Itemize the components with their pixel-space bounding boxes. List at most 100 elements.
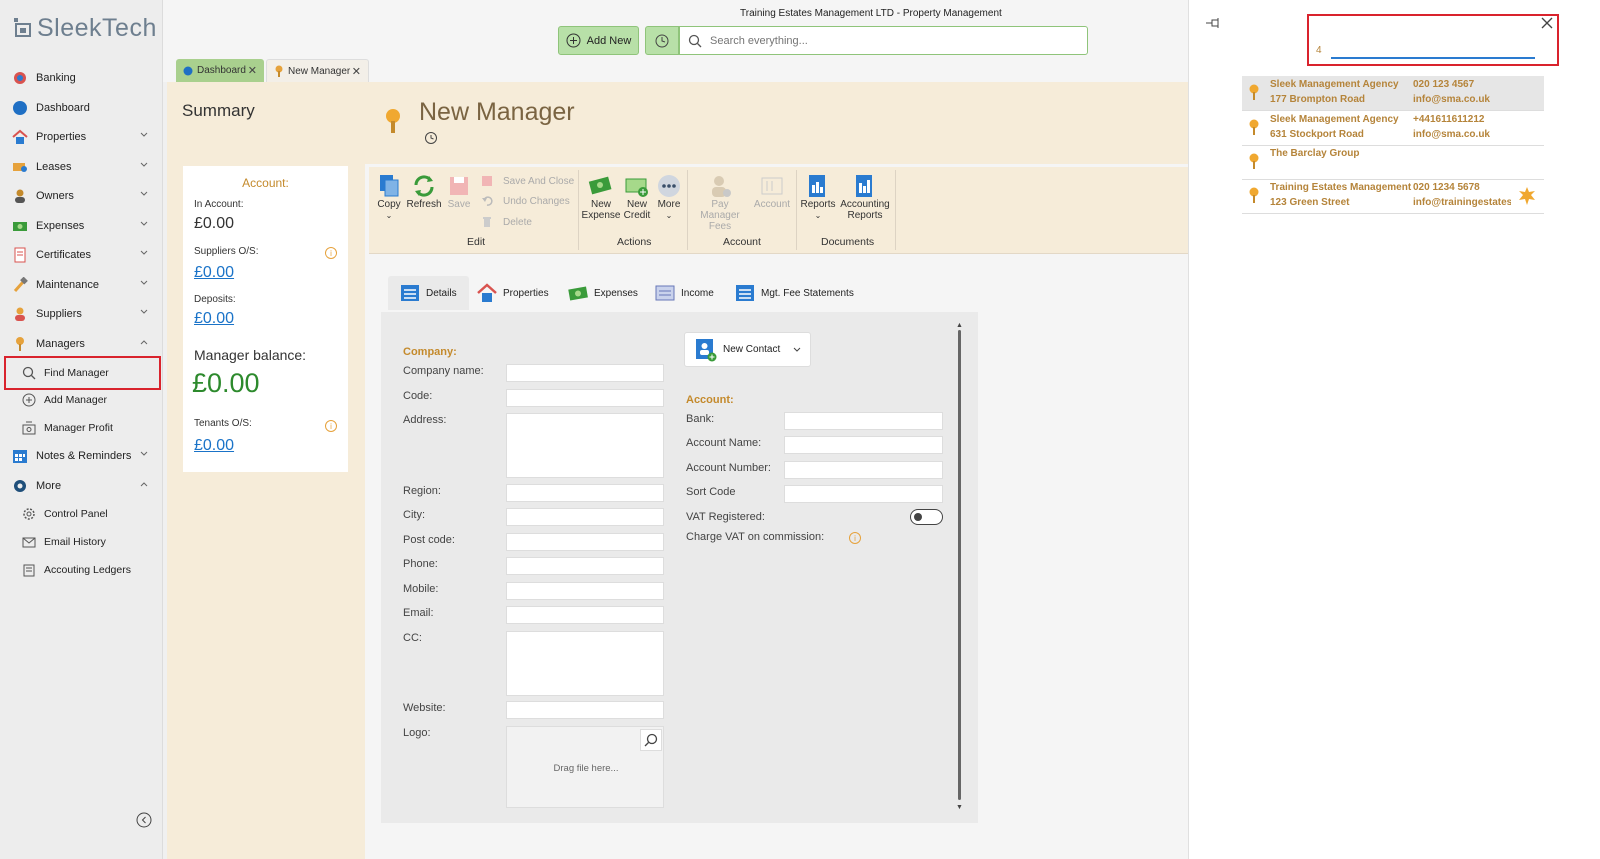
new-credit-button[interactable]: New Credit bbox=[621, 173, 653, 221]
profit-icon bbox=[22, 421, 36, 435]
sidebar-subitem-find-manager[interactable]: Find Manager bbox=[4, 356, 161, 390]
mobile-field[interactable] bbox=[506, 582, 664, 600]
accounting-reports-button[interactable]: Accounting Reports bbox=[839, 173, 891, 221]
chevron-down-icon[interactable] bbox=[139, 160, 149, 170]
form-scrollbar[interactable]: ▲ ▼ bbox=[956, 322, 963, 814]
sidebar-item-notes-reminders[interactable]: Notes & Reminders bbox=[0, 441, 163, 471]
chevron-up-icon[interactable] bbox=[139, 479, 149, 489]
global-search-input[interactable] bbox=[710, 34, 1070, 47]
company-name-field[interactable] bbox=[506, 364, 664, 382]
sidebar-item-expenses[interactable]: Expenses bbox=[0, 211, 163, 241]
post-code-field[interactable] bbox=[506, 533, 664, 551]
result-row[interactable]: Sleek Management Agency 177 Brompton Roa… bbox=[1242, 76, 1544, 111]
cc-field[interactable] bbox=[506, 631, 664, 696]
sidebar-item-certificates[interactable]: Certificates bbox=[0, 240, 163, 270]
sort-code-field[interactable] bbox=[784, 485, 943, 503]
tab-expenses[interactable]: Expenses bbox=[556, 276, 650, 310]
logo-dropzone[interactable]: Drag file here... bbox=[506, 726, 664, 808]
email-field[interactable] bbox=[506, 606, 664, 624]
sidebar-item-suppliers[interactable]: Suppliers bbox=[0, 299, 163, 329]
chevron-down-icon[interactable] bbox=[139, 307, 149, 317]
account-name-field[interactable] bbox=[784, 436, 943, 454]
history-button[interactable] bbox=[645, 26, 679, 55]
result-row[interactable]: Sleek Management Agency 631 Stockport Ro… bbox=[1242, 111, 1544, 146]
sidebar-item-maintenance[interactable]: Maintenance bbox=[0, 270, 163, 300]
info-icon[interactable]: i bbox=[849, 532, 861, 544]
pay-manager-fees-button[interactable]: Pay Manager Fees bbox=[691, 173, 749, 232]
sidebar-item-leases[interactable]: Leases bbox=[0, 152, 163, 182]
tab-new-manager[interactable]: New Manager ✕ bbox=[266, 59, 369, 82]
new-expense-button[interactable]: New Expense bbox=[582, 173, 620, 221]
chevron-down-icon[interactable] bbox=[139, 278, 149, 288]
tab-dashboard[interactable]: Dashboard ✕ bbox=[176, 59, 264, 82]
new-contact-button[interactable]: New Contact bbox=[684, 332, 811, 367]
vat-registered-toggle[interactable] bbox=[910, 509, 943, 525]
city-field[interactable] bbox=[506, 508, 664, 526]
deposits-value[interactable]: £0.00 bbox=[194, 310, 234, 328]
bank-field[interactable] bbox=[784, 412, 943, 430]
info-icon[interactable]: i bbox=[325, 247, 337, 259]
sidebar-item-dashboard[interactable]: Dashboard bbox=[0, 93, 163, 123]
reports-button[interactable]: Reports ⌄ bbox=[800, 173, 836, 221]
history-icon[interactable] bbox=[424, 131, 438, 145]
result-row[interactable]: Training Estates Management 123 Green St… bbox=[1242, 179, 1544, 214]
banking-icon bbox=[12, 70, 28, 86]
suppliers-os-value[interactable]: £0.00 bbox=[194, 264, 234, 282]
save-button[interactable]: Save bbox=[447, 173, 471, 210]
chevron-down-icon[interactable] bbox=[139, 449, 149, 459]
sidebar-subitem-control-panel[interactable]: Control Panel bbox=[0, 500, 163, 528]
scroll-up-icon[interactable]: ▲ bbox=[956, 322, 963, 329]
chevron-down-icon[interactable] bbox=[139, 248, 149, 258]
close-tab-icon[interactable]: ✕ bbox=[352, 65, 361, 78]
close-icon[interactable] bbox=[1541, 17, 1553, 29]
details-form bbox=[381, 312, 978, 823]
house-icon bbox=[12, 129, 28, 145]
tab-income[interactable]: Income bbox=[643, 276, 726, 310]
region-field[interactable] bbox=[506, 484, 664, 502]
copy-button[interactable]: Copy ⌄ bbox=[377, 173, 401, 221]
global-search[interactable] bbox=[679, 26, 1088, 55]
sidebar-subitem-add-manager[interactable]: Add Manager bbox=[0, 386, 163, 414]
phone-field[interactable] bbox=[506, 557, 664, 575]
save-and-close-button[interactable]: Save And Close bbox=[481, 175, 574, 187]
delete-button[interactable]: Delete bbox=[481, 216, 532, 228]
tab-details[interactable]: Details bbox=[388, 276, 469, 310]
tenants-os-value[interactable]: £0.00 bbox=[194, 437, 234, 455]
more-actions-button[interactable]: More ⌄ bbox=[655, 173, 683, 221]
sidebar-item-properties[interactable]: Properties bbox=[0, 122, 163, 152]
close-tab-icon[interactable]: ✕ bbox=[248, 64, 257, 77]
account-number-field[interactable] bbox=[784, 461, 943, 479]
city-label: City: bbox=[403, 509, 425, 521]
sidebar-item-banking[interactable]: Banking bbox=[0, 63, 163, 93]
summary-title: Summary bbox=[182, 101, 255, 120]
undo-changes-button[interactable]: Undo Changes bbox=[481, 195, 570, 207]
tab-mgt-fee-statements[interactable]: Mgt. Fee Statements bbox=[723, 276, 866, 310]
chevron-down-icon[interactable] bbox=[139, 219, 149, 229]
trash-icon bbox=[483, 217, 491, 227]
sidebar-subitem-accounting-ledgers[interactable]: Accouting Ledgers bbox=[0, 556, 163, 584]
chevron-up-icon[interactable] bbox=[139, 337, 149, 347]
code-field[interactable] bbox=[506, 389, 664, 407]
chevron-down-icon[interactable] bbox=[139, 130, 149, 140]
sidebar-item-owners[interactable]: Owners bbox=[0, 181, 163, 211]
sidebar-subitem-manager-profit[interactable]: Manager Profit bbox=[0, 414, 163, 442]
collapse-sidebar-icon[interactable] bbox=[136, 812, 152, 828]
address-field[interactable] bbox=[506, 413, 664, 478]
sidebar-item-managers[interactable]: Managers bbox=[0, 329, 163, 359]
ledger-icon bbox=[22, 563, 36, 577]
manager-search-input[interactable] bbox=[1331, 38, 1535, 59]
website-field[interactable] bbox=[506, 701, 664, 719]
sidebar-item-more[interactable]: More bbox=[0, 471, 163, 501]
result-row[interactable]: The Barclay Group bbox=[1242, 145, 1544, 180]
pin-icon[interactable] bbox=[1206, 18, 1220, 28]
chevron-down-icon[interactable] bbox=[139, 189, 149, 199]
account-button[interactable]: Account bbox=[753, 173, 791, 210]
sidebar-subitem-email-history[interactable]: Email History bbox=[0, 528, 163, 556]
refresh-button[interactable]: Refresh bbox=[407, 173, 442, 210]
scrollbar-thumb[interactable] bbox=[958, 330, 961, 800]
browse-logo-button[interactable] bbox=[640, 729, 662, 751]
add-new-button[interactable]: Add New bbox=[558, 26, 639, 55]
info-icon[interactable]: i bbox=[325, 420, 337, 432]
scroll-down-icon[interactable]: ▼ bbox=[956, 804, 963, 811]
tab-properties[interactable]: Properties bbox=[465, 276, 561, 310]
